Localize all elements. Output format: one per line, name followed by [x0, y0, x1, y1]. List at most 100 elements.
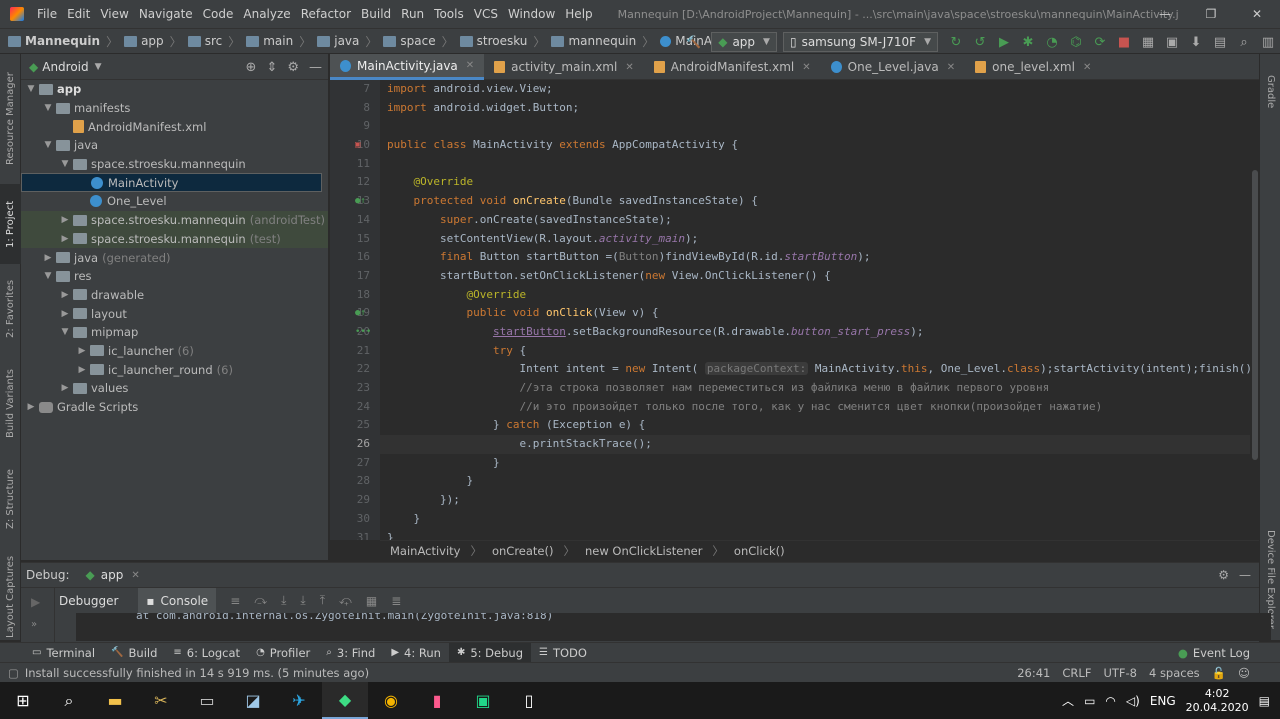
tool-tab[interactable]: ⌕ 3: Find	[318, 643, 383, 663]
project-structure-icon[interactable]: ▦	[1136, 35, 1160, 50]
force-step-into-icon[interactable]: ⤓	[300, 593, 305, 608]
expand-arrow-down-icon[interactable]: ▼	[59, 159, 71, 169]
console-output[interactable]: at com.android.internal.os.ZygoteInit.ma…	[76, 613, 1271, 641]
tree-item[interactable]: ▶ drawable	[21, 286, 328, 305]
intellij-icon[interactable]: ▮	[414, 682, 460, 719]
app-icon[interactable]: ▣	[460, 682, 506, 719]
breadcrumb-item[interactable]: app	[141, 34, 164, 48]
code-line[interactable]: Intent intent = new Intent( packageConte…	[380, 360, 1250, 379]
chevron-down-icon[interactable]: ▼	[95, 62, 102, 72]
menu-tools[interactable]: Tools	[429, 7, 469, 21]
tree-item[interactable]: One_Level	[21, 192, 328, 211]
code-line[interactable]: });	[380, 491, 1250, 510]
code-line[interactable]: final Button startButton =(Button)findVi…	[380, 248, 1250, 267]
tool-tab-build-variants[interactable]: Build Variants	[0, 359, 21, 449]
expand-arrow-right-icon[interactable]: ▶	[76, 346, 88, 356]
code-line[interactable]: @Override	[380, 286, 1250, 305]
code-line[interactable]: e.printStackTrace();	[380, 435, 1250, 454]
evaluate-icon[interactable]: ▦	[366, 594, 377, 608]
lock-icon[interactable]: 🔓	[1212, 666, 1226, 680]
breadcrumb-item[interactable]: mannequin	[568, 34, 636, 48]
code-line[interactable]: public class MainActivity extends AppCom…	[380, 136, 1250, 155]
notifications-icon[interactable]: ▤	[1259, 694, 1270, 708]
code-line[interactable]: @Override	[380, 173, 1250, 192]
search-icon[interactable]: ⌕	[46, 682, 92, 719]
chevron-up-icon[interactable]: ︿	[1062, 692, 1074, 709]
menu-help[interactable]: Help	[560, 7, 597, 21]
attach-debugger-icon[interactable]: ⌬	[1064, 35, 1088, 50]
menu-analyze[interactable]: Analyze	[238, 7, 295, 21]
menu-navigate[interactable]: Navigate	[134, 7, 198, 21]
tree-item[interactable]: ▶ space.stroesku.mannequin (androidTest)	[21, 210, 328, 230]
tree-item[interactable]: ▶ ic_launcher (6)	[21, 342, 328, 361]
tree-item[interactable]: ▼ app	[21, 80, 328, 99]
tree-item[interactable]: ▼ res	[21, 267, 328, 286]
expand-arrow-right-icon[interactable]: ▶	[76, 365, 88, 375]
run-icon[interactable]: ▶	[992, 35, 1016, 50]
crumb-class[interactable]: MainActivity	[390, 544, 460, 558]
menu-icon[interactable]: ≡	[230, 594, 240, 608]
maximize-icon[interactable]: ❐	[1188, 0, 1234, 28]
editor-tab[interactable]: One_Level.java ✕	[821, 54, 965, 80]
tool-tab-structure[interactable]: Z: Structure	[0, 459, 21, 539]
frames-icon[interactable]: ≣	[391, 594, 401, 608]
code-line[interactable]: }	[380, 454, 1250, 473]
code-line[interactable]: //эта строка позволяет нам переместиться…	[380, 379, 1250, 398]
status-window-icon[interactable]: ▢	[8, 666, 19, 680]
code-line[interactable]: startButton.setBackgroundResource(R.draw…	[380, 323, 1250, 342]
code-line[interactable]: import android.view.View;	[380, 80, 1250, 99]
chrome-icon[interactable]: ◉	[368, 682, 414, 719]
resume-icon[interactable]: ▶	[21, 587, 54, 609]
status-message[interactable]: Install successfully finished in 14 s 91…	[25, 666, 369, 680]
profile-icon[interactable]: ◔	[1040, 35, 1064, 50]
breadcrumb-item[interactable]: stroesku	[477, 34, 528, 48]
class-gutter-icon[interactable]: ▣	[355, 136, 360, 155]
code-line[interactable]: } catch (Exception e) {	[380, 416, 1250, 435]
close-icon[interactable]: ✕	[131, 570, 139, 581]
hide-icon[interactable]: —	[1239, 568, 1251, 582]
expand-arrow-down-icon[interactable]: ▼	[59, 327, 71, 337]
tree-item[interactable]: ▼ java	[21, 136, 328, 155]
editor-scrollbar[interactable]	[1251, 80, 1259, 540]
search-icon[interactable]: ⌕	[1232, 35, 1256, 50]
code-line[interactable]	[380, 155, 1250, 174]
minimize-icon[interactable]: —	[1142, 0, 1188, 28]
gear-icon[interactable]: ⚙	[287, 60, 299, 75]
tree-item[interactable]: ▶ Gradle Scripts	[21, 398, 328, 417]
menu-refactor[interactable]: Refactor	[296, 7, 356, 21]
breadcrumb-item[interactable]: main	[263, 34, 293, 48]
close-icon[interactable]: ✕	[1234, 0, 1280, 28]
tree-item[interactable]: AndroidManifest.xml	[21, 117, 328, 136]
debug-session-tab[interactable]: ◆ app ✕	[86, 568, 140, 582]
override-icon[interactable]: ●↑	[355, 192, 366, 211]
tab-debugger[interactable]: Debugger	[59, 594, 118, 608]
stop-icon[interactable]: ■	[1112, 35, 1136, 50]
document-icon[interactable]: ▯	[506, 682, 552, 719]
more-icon[interactable]: »	[21, 609, 54, 630]
expand-arrow-right-icon[interactable]: ▶	[59, 383, 71, 393]
tool-tab[interactable]: 🔨 Build	[103, 643, 165, 663]
gear-icon[interactable]: ⚙	[1218, 568, 1229, 582]
tree-item[interactable]: ▶ java (generated)	[21, 248, 328, 267]
tool-tab[interactable]: ≡ 6: Logcat	[165, 643, 248, 663]
language-indicator[interactable]: ENG	[1150, 694, 1176, 708]
run-config-select[interactable]: ◆ app ▼	[711, 32, 777, 52]
expand-arrow-right-icon[interactable]: ▶	[42, 253, 54, 263]
layout-inspector-icon[interactable]: ▤	[1208, 35, 1232, 50]
tree-item[interactable]: ▼ manifests	[21, 99, 328, 118]
menu-vcs[interactable]: VCS	[469, 7, 503, 21]
tool-tab[interactable]: ▭ Terminal	[24, 643, 103, 663]
project-view-select[interactable]: Android	[42, 60, 88, 74]
step-out-icon[interactable]: ⤒	[320, 593, 325, 608]
crumb-inner-method[interactable]: onClick()	[734, 544, 785, 558]
code-line[interactable]: setContentView(R.layout.activity_main);	[380, 230, 1250, 249]
editor-tab[interactable]: MainActivity.java ✕	[330, 54, 485, 80]
editor-tab[interactable]: AndroidManifest.xml ✕	[644, 54, 821, 80]
line-separator[interactable]: CRLF	[1062, 666, 1091, 680]
editor-tab[interactable]: activity_main.xml ✕	[484, 54, 644, 80]
file-encoding[interactable]: UTF-8	[1103, 666, 1137, 680]
telegram-icon[interactable]: ✈	[276, 682, 322, 719]
override-icon[interactable]: ●↑	[355, 304, 366, 323]
expand-arrow-right-icon[interactable]: ▶	[59, 290, 71, 300]
breadcrumb-item[interactable]: src	[205, 34, 223, 48]
